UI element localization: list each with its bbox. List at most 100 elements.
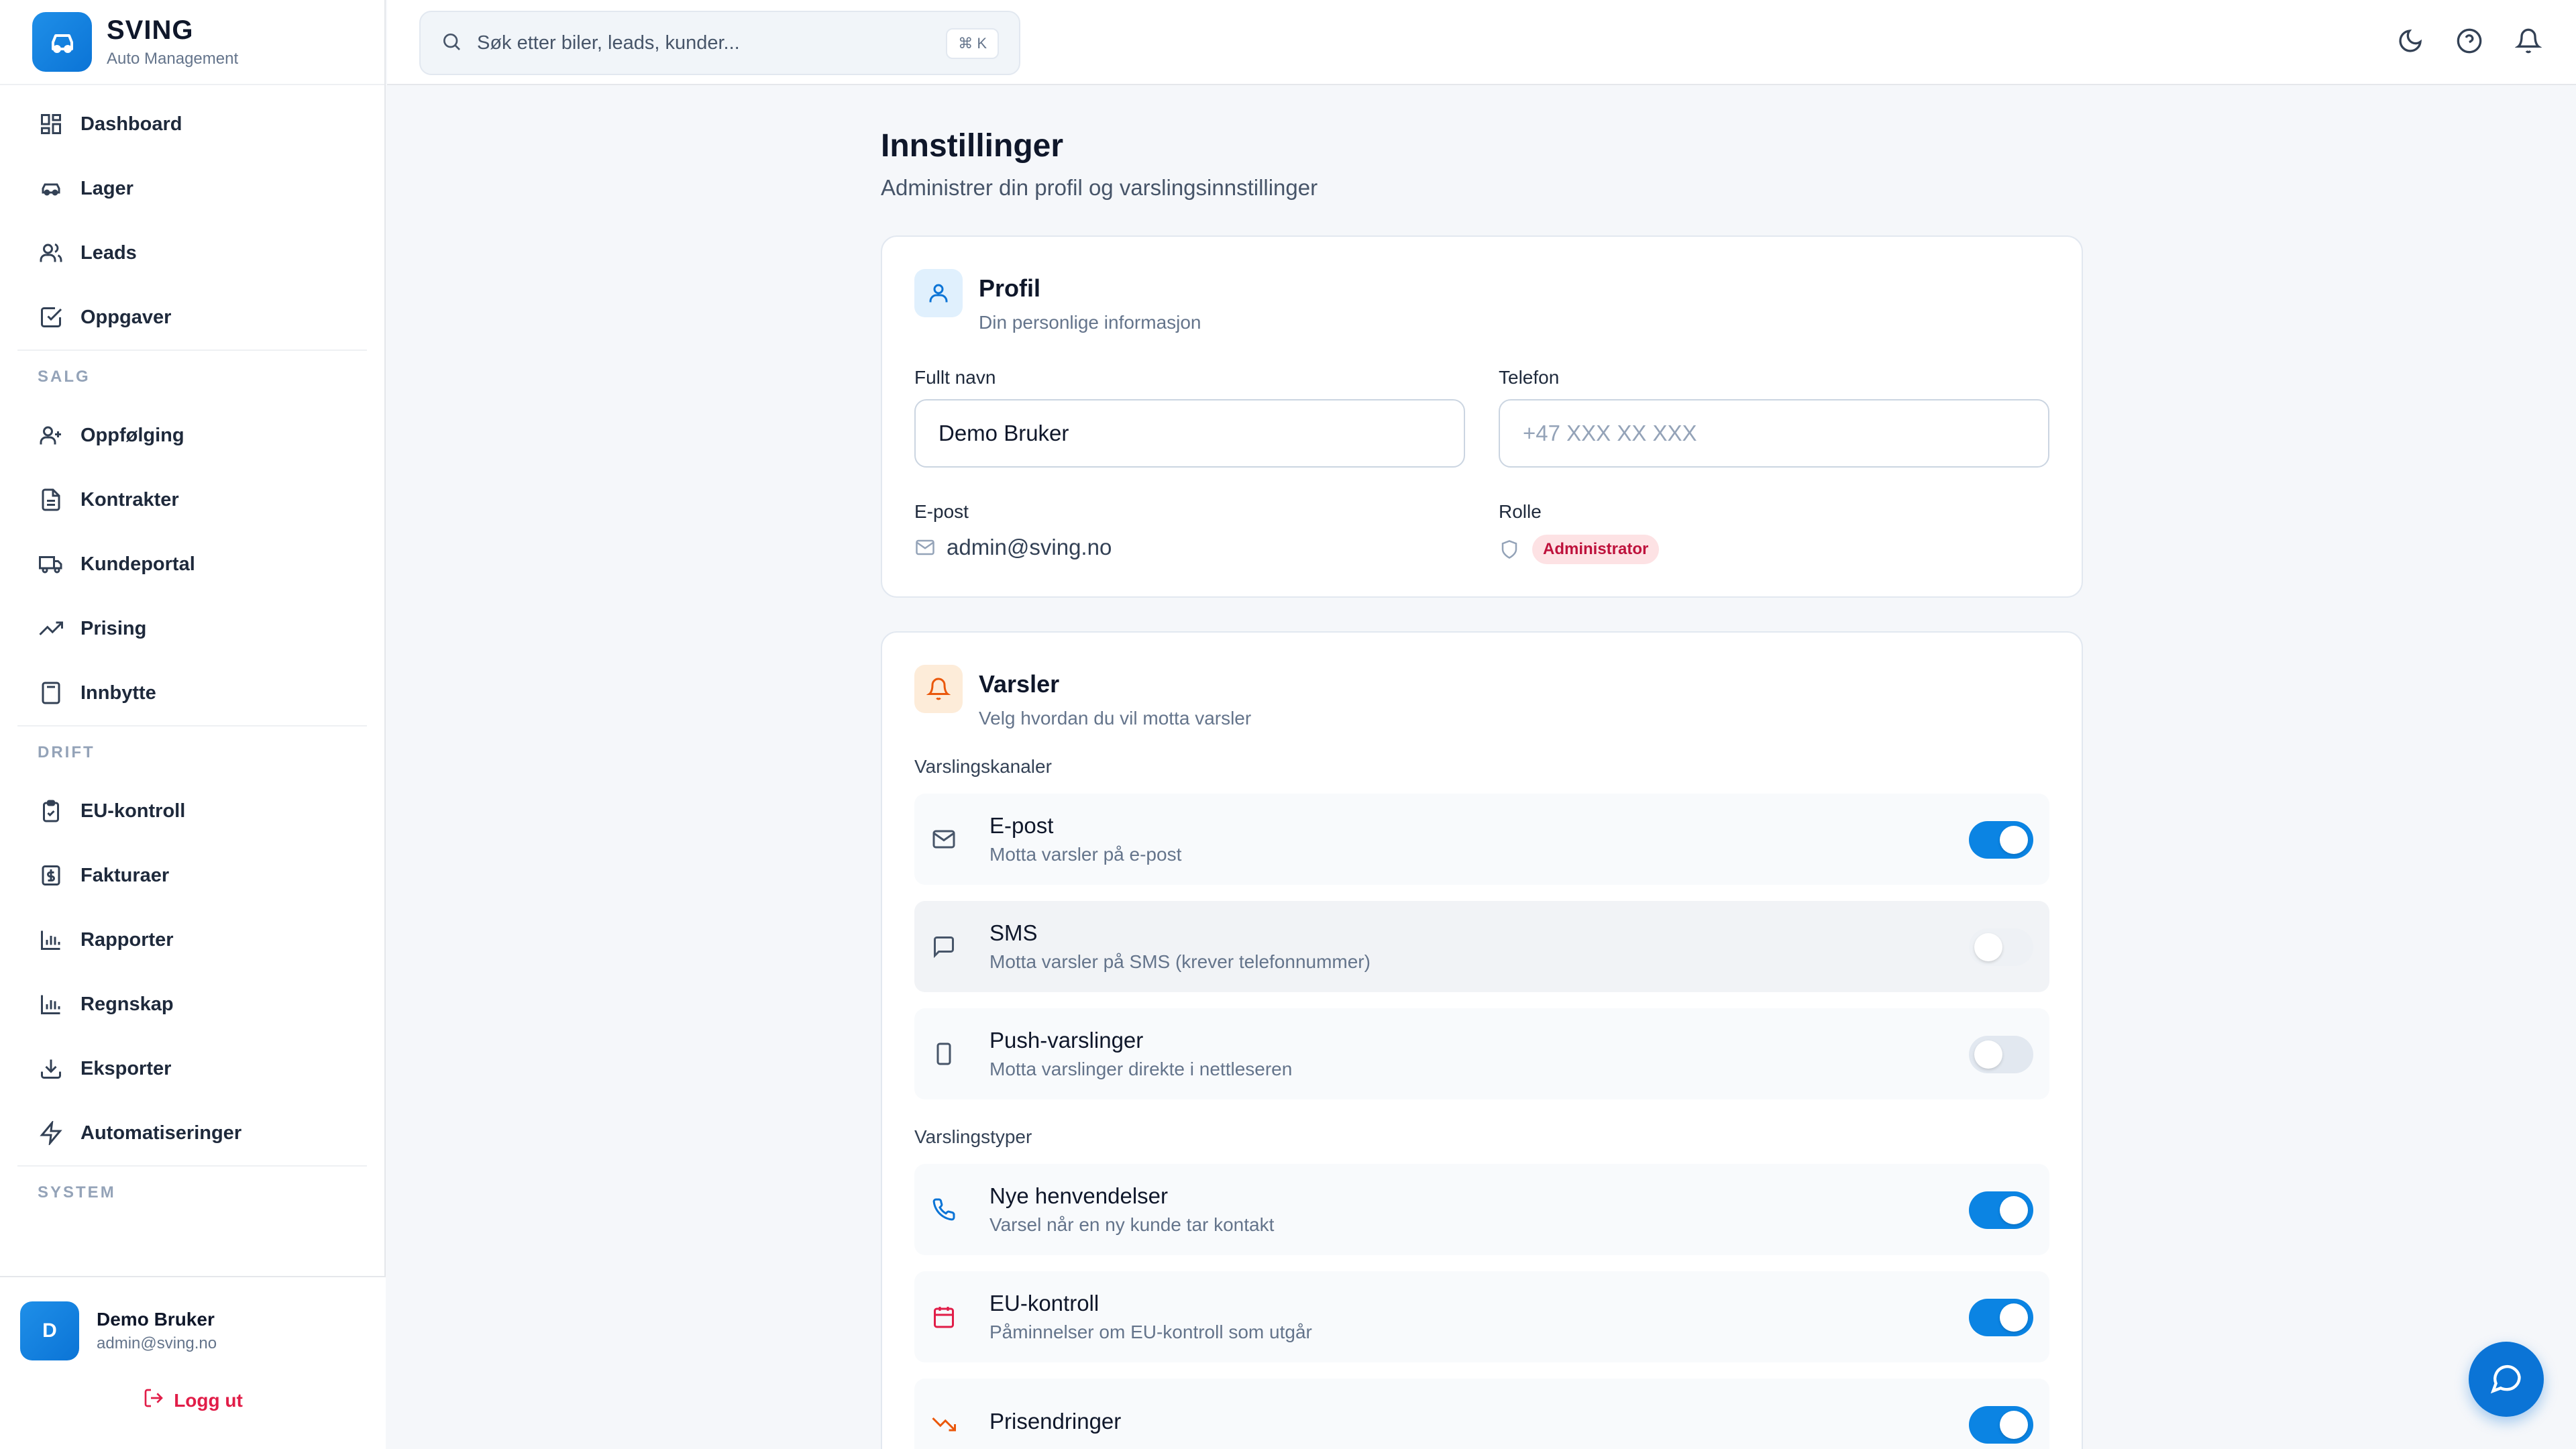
- nav-section-drift: DRIFT: [38, 743, 95, 761]
- nav-label: Eksporter: [80, 1057, 172, 1079]
- new-inquiries-toggle[interactable]: [1969, 1191, 2033, 1229]
- nav-item-regnskap[interactable]: Regnskap: [17, 972, 367, 1036]
- email-toggle[interactable]: [1969, 821, 2033, 859]
- nav-label: Prising: [80, 617, 147, 639]
- moon-icon[interactable]: [2396, 27, 2424, 55]
- nav-item-eu-kontroll[interactable]: EU-kontroll: [17, 779, 367, 843]
- check-square-icon: [38, 304, 64, 331]
- full-name-input[interactable]: Demo Bruker: [914, 399, 1465, 468]
- nav-item-prising[interactable]: Prising: [17, 596, 367, 661]
- nav-section-system: SYSTEM: [38, 1183, 116, 1201]
- profile-card: Profil Din personlige informasjon Fullt …: [881, 235, 2083, 598]
- nav-label: Automatiseringer: [80, 1122, 242, 1144]
- user-plus-icon: [38, 422, 64, 449]
- user-panel: D Demo Bruker admin@sving.no Logg ut: [0, 1276, 386, 1449]
- nav-item-kontrakter[interactable]: Kontrakter: [17, 468, 367, 532]
- dollar-icon: [38, 862, 64, 889]
- user-profile[interactable]: D Demo Bruker admin@sving.no: [0, 1277, 386, 1360]
- avatar: D: [20, 1301, 79, 1360]
- price-changes-toggle[interactable]: [1969, 1406, 2033, 1444]
- channel-email: E-post Motta varsler på e-post: [914, 794, 2049, 885]
- toggle-knob: [2000, 826, 2028, 854]
- main-nav: Dashboard Lager Leads Oppgaver SALG Oppf…: [0, 85, 384, 1219]
- help-icon[interactable]: [2455, 27, 2483, 55]
- type-eu-control: EU-kontroll Påminnelser om EU-kontroll s…: [914, 1271, 2049, 1362]
- channel-push: Push-varslinger Motta varslinger direkte…: [914, 1008, 2049, 1099]
- log-out-icon: [143, 1387, 164, 1413]
- page-subtitle: Administrer din profil og varslingsinnst…: [881, 175, 1318, 200]
- nav-label: Leads: [80, 241, 137, 264]
- nav-section-salg: SALG: [38, 368, 91, 386]
- name-label: Fullt navn: [914, 367, 996, 388]
- chat-button[interactable]: [2469, 1342, 2544, 1417]
- users-icon: [38, 239, 64, 266]
- channel-title: Push-varslinger: [989, 1028, 1144, 1053]
- logout-button[interactable]: Logg ut: [0, 1387, 386, 1413]
- channel-desc: Motta varslinger direkte i nettleseren: [989, 1059, 1293, 1079]
- toggle-knob: [1974, 933, 2002, 961]
- car-icon: [38, 175, 64, 202]
- type-new-inquiries: Nye henvendelser Varsel når en ny kunde …: [914, 1164, 2049, 1255]
- mail-icon: [914, 537, 936, 558]
- nav-item-fakturaer[interactable]: Fakturaer: [17, 843, 367, 908]
- channel-title: SMS: [989, 920, 1038, 945]
- nav-item-oppgaver[interactable]: Oppgaver: [17, 285, 367, 350]
- channel-desc: Motta varsler på SMS (krever telefonnumm…: [989, 951, 1371, 972]
- phone-label: Telefon: [1499, 367, 1560, 388]
- bell-icon[interactable]: [2514, 27, 2542, 55]
- trending-up-icon: [38, 615, 64, 642]
- brand[interactable]: SVING Auto Management: [0, 0, 384, 85]
- nav-item-dashboard[interactable]: Dashboard: [17, 92, 367, 156]
- brand-subtitle: Auto Management: [107, 50, 239, 68]
- nav-label: Oppfølging: [80, 424, 184, 446]
- nav-label: Kontrakter: [80, 488, 179, 511]
- user-name: Demo Bruker: [97, 1309, 215, 1330]
- search-icon: [441, 31, 462, 56]
- nav-label: Oppgaver: [80, 306, 172, 328]
- nav-label: Kundeportal: [80, 553, 195, 575]
- search-input[interactable]: Søk etter biler, leads, kunder... ⌘ K: [419, 11, 1020, 75]
- smartphone-icon: [930, 1040, 957, 1067]
- type-title: Nye henvendelser: [989, 1183, 1168, 1208]
- eu-control-toggle[interactable]: [1969, 1299, 2033, 1336]
- clipboard-check-icon: [38, 798, 64, 824]
- zap-icon: [38, 1120, 64, 1146]
- trending-down-icon: [930, 1411, 957, 1438]
- truck-icon: [38, 551, 64, 578]
- nav-item-automatiseringer[interactable]: Automatiseringer: [17, 1101, 367, 1165]
- shield-icon: [1499, 539, 1520, 560]
- nav-item-rapporter[interactable]: Rapporter: [17, 908, 367, 972]
- sms-toggle[interactable]: [1969, 928, 2033, 966]
- page-title: Innstillinger: [881, 128, 1064, 164]
- brand-name: SVING: [107, 15, 194, 45]
- types-label: Varslingstyper: [914, 1126, 1032, 1147]
- nav-item-oppfolging[interactable]: Oppfølging: [17, 403, 367, 468]
- nav-item-lager[interactable]: Lager: [17, 156, 367, 221]
- phone-input[interactable]: +47 XXX XX XXX: [1499, 399, 2049, 468]
- nav-item-kundeportal[interactable]: Kundeportal: [17, 532, 367, 596]
- file-icon: [38, 486, 64, 513]
- mail-icon: [930, 826, 957, 853]
- calendar-icon: [930, 1303, 957, 1330]
- chat-icon: [2489, 1360, 2524, 1399]
- top-bar: Søk etter biler, leads, kunder... ⌘ K: [387, 0, 2576, 85]
- type-price-changes: Prisendringer: [914, 1379, 2049, 1449]
- nav-item-innbytte[interactable]: Innbytte: [17, 661, 367, 725]
- nav-item-leads[interactable]: Leads: [17, 221, 367, 285]
- settings-main: Innstillinger Administrer din profil og …: [881, 127, 2083, 1449]
- type-title: Prisendringer: [989, 1409, 1122, 1434]
- channels-label: Varslingskanaler: [914, 756, 1052, 777]
- bell-icon: [914, 665, 963, 713]
- profile-title: Profil: [979, 274, 1041, 302]
- nav-label: Regnskap: [80, 993, 174, 1015]
- email-label: E-post: [914, 501, 969, 522]
- sidebar: SVING Auto Management Dashboard Lager Le…: [0, 0, 386, 1449]
- channel-sms: SMS Motta varsler på SMS (krever telefon…: [914, 901, 2049, 992]
- channel-title: E-post: [989, 813, 1054, 838]
- nav-label: Innbytte: [80, 682, 156, 704]
- nav-item-eksporter[interactable]: Eksporter: [17, 1036, 367, 1101]
- push-toggle[interactable]: [1969, 1036, 2033, 1073]
- download-icon: [38, 1055, 64, 1082]
- toggle-knob: [2000, 1303, 2028, 1332]
- email-value: admin@sving.no: [947, 535, 1112, 559]
